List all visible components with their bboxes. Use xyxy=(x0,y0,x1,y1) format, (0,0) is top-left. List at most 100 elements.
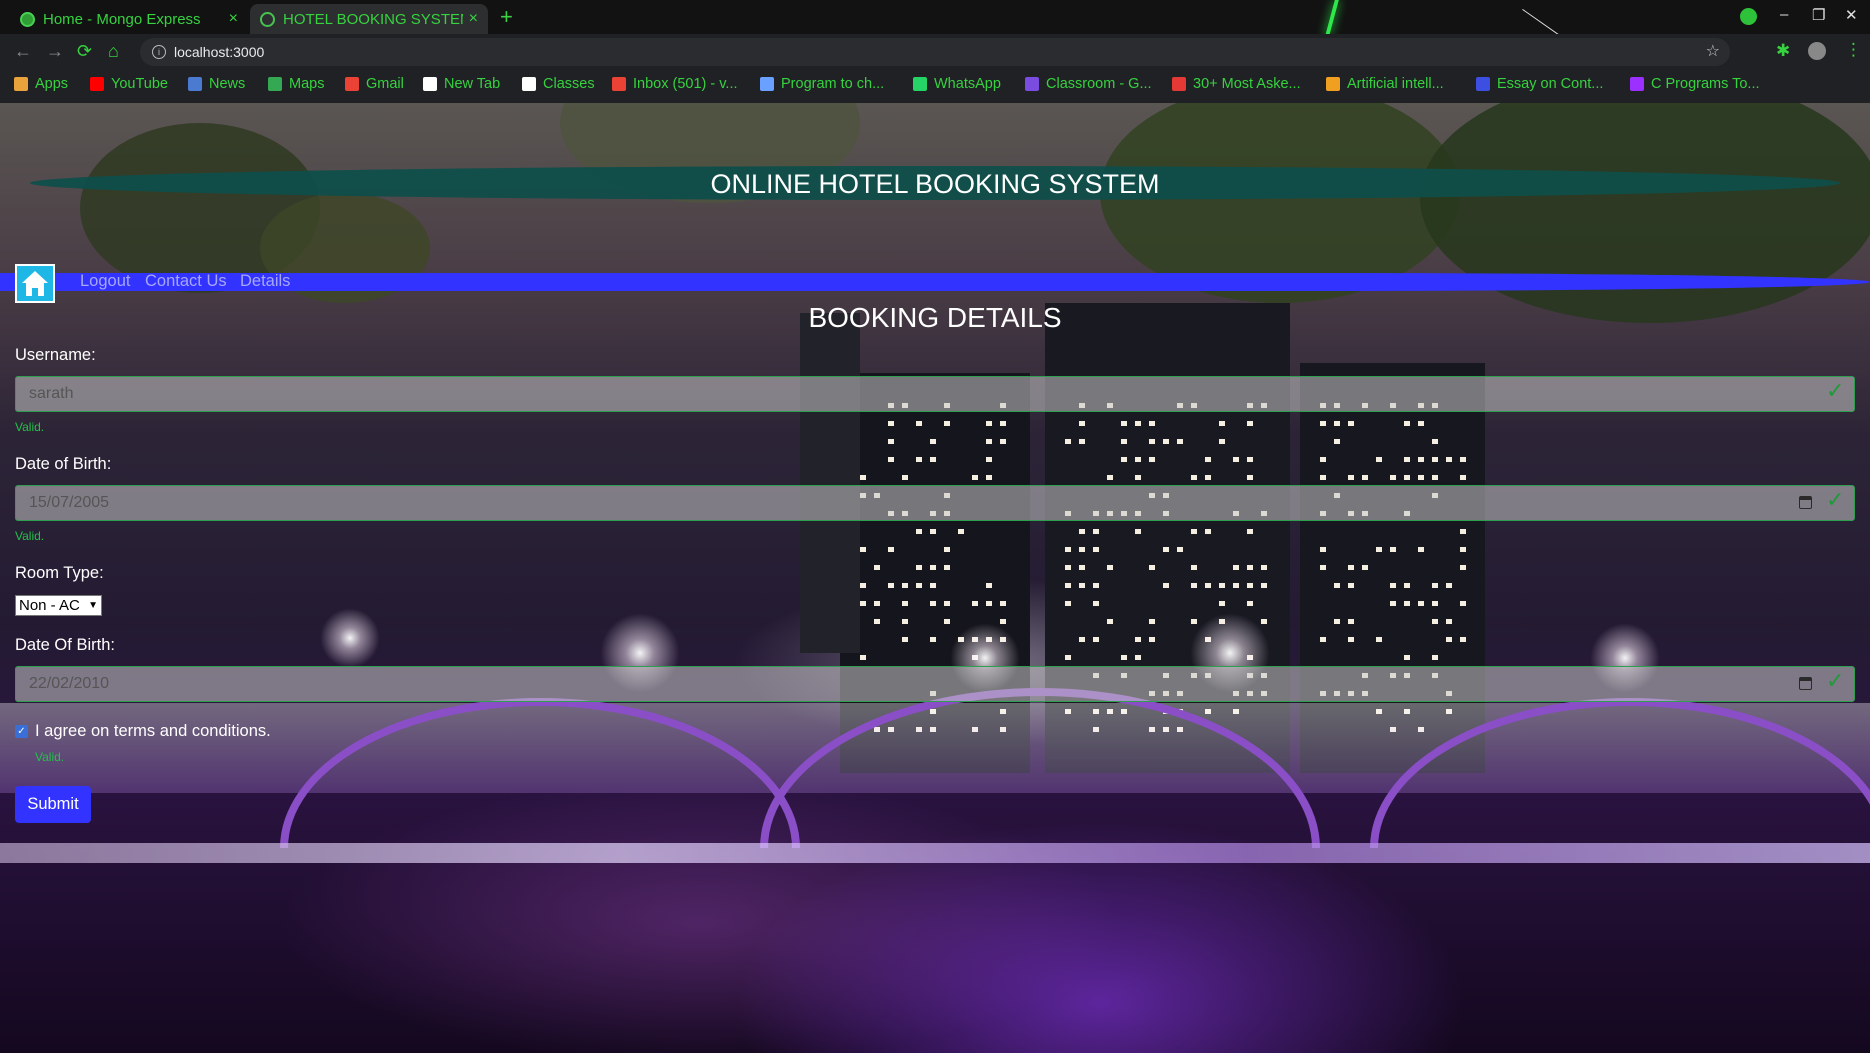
site-e-icon xyxy=(1326,77,1340,91)
lit-window xyxy=(1247,421,1253,426)
bookmark-star-icon[interactable]: ☆ xyxy=(1706,38,1720,66)
minimize-button[interactable]: – xyxy=(1780,6,1788,23)
lit-window xyxy=(1418,601,1424,606)
bookmark-item[interactable]: 30+ Most Aske... xyxy=(1172,76,1301,92)
menu-dots-icon[interactable]: ⋮ xyxy=(1845,40,1862,60)
house-icon xyxy=(22,271,48,296)
nav-details-link[interactable]: Details xyxy=(240,272,290,291)
close-tab-icon[interactable]: × xyxy=(469,10,478,28)
new-tab-icon xyxy=(423,77,437,91)
calendar-icon[interactable] xyxy=(1799,677,1812,690)
bookmark-item[interactable]: WhatsApp xyxy=(913,76,1001,92)
whatsapp-icon xyxy=(913,77,927,91)
tab-mongo-express[interactable]: Home - Mongo Express × xyxy=(10,4,248,34)
lit-window xyxy=(1121,655,1127,660)
chevron-down-icon: ▼ xyxy=(88,600,98,611)
bookmark-label: WhatsApp xyxy=(934,76,1001,92)
bookmark-item[interactable]: Classes xyxy=(522,76,595,92)
lit-window xyxy=(930,529,936,534)
lit-window xyxy=(860,601,866,606)
lit-window xyxy=(1205,475,1211,480)
close-tab-icon[interactable]: × xyxy=(229,10,238,28)
bookmark-item[interactable]: C Programs To... xyxy=(1630,76,1760,92)
lit-window xyxy=(916,421,922,426)
submit-button[interactable]: Submit xyxy=(15,786,91,823)
lit-window xyxy=(1320,637,1326,642)
bookmark-item[interactable]: Essay on Cont... xyxy=(1476,76,1603,92)
back-arrow-icon[interactable]: ← xyxy=(14,41,32,62)
tab-title: HOTEL BOOKING SYSTEM xyxy=(283,10,463,28)
lit-window xyxy=(1404,655,1410,660)
new-tab-button[interactable]: + xyxy=(500,4,513,30)
username-input[interactable]: sarath xyxy=(15,376,1855,412)
lit-window xyxy=(1065,583,1071,588)
calendar-icon[interactable] xyxy=(1799,496,1812,509)
bookmark-item[interactable]: Gmail xyxy=(345,76,404,92)
lit-window xyxy=(1079,583,1085,588)
lit-window xyxy=(1432,601,1438,606)
lit-window xyxy=(1334,619,1340,624)
bookmark-label: Apps xyxy=(35,76,69,92)
terms-checkbox[interactable]: ✓ xyxy=(15,725,28,738)
lit-window xyxy=(1205,457,1211,462)
mongo-favicon-icon xyxy=(20,11,35,27)
lit-window xyxy=(888,421,894,426)
profile-status-icon[interactable] xyxy=(1740,8,1757,25)
lit-window xyxy=(916,457,922,462)
bookmark-item[interactable]: Apps xyxy=(14,76,68,92)
news-icon xyxy=(188,77,202,91)
bookmark-label: News xyxy=(209,76,246,92)
site-c-icon xyxy=(1476,77,1490,91)
lit-window xyxy=(1079,565,1085,570)
dob-input[interactable]: 15/07/2005 xyxy=(15,485,1855,521)
youtube-icon xyxy=(90,77,104,91)
tab-hotel-booking[interactable]: HOTEL BOOKING SYSTEM × xyxy=(250,4,488,34)
lit-window xyxy=(1093,547,1099,552)
lit-window xyxy=(888,547,894,552)
extensions-icon[interactable]: ✱ xyxy=(1776,41,1790,61)
lit-window xyxy=(1219,421,1225,426)
address-bar[interactable]: i localhost:3000 ☆ xyxy=(140,38,1730,66)
bookmark-item[interactable]: Classroom - G... xyxy=(1025,76,1152,92)
bookmark-item[interactable]: News xyxy=(188,76,245,92)
close-window-button[interactable]: ✕ xyxy=(1845,6,1858,24)
site-info-icon[interactable]: i xyxy=(152,45,166,59)
bookmark-item[interactable]: Artificial intell... xyxy=(1326,76,1444,92)
home-button[interactable] xyxy=(15,264,55,303)
lit-window xyxy=(1135,421,1141,426)
lit-window xyxy=(944,619,950,624)
maps-icon xyxy=(268,77,282,91)
lit-window xyxy=(902,475,908,480)
lit-window xyxy=(1093,583,1099,588)
home-icon[interactable]: ⌂ xyxy=(108,41,119,62)
bookmark-item[interactable]: YouTube xyxy=(90,76,168,92)
lit-window xyxy=(1362,475,1368,480)
bookmark-item[interactable]: Maps xyxy=(268,76,324,92)
bookmark-item[interactable]: New Tab xyxy=(423,76,500,92)
lit-window xyxy=(1135,475,1141,480)
date-of-birth-input[interactable]: 22/02/2010 xyxy=(15,666,1855,702)
lit-window xyxy=(1460,457,1466,462)
lit-window xyxy=(1163,547,1169,552)
lit-window xyxy=(986,601,992,606)
lit-window xyxy=(1107,475,1113,480)
room-type-select[interactable]: Non - AC ▼ xyxy=(15,595,102,616)
lit-window xyxy=(1334,421,1340,426)
bookmark-item[interactable]: Program to ch... xyxy=(760,76,884,92)
lit-window xyxy=(930,439,936,444)
maximize-button[interactable]: ❐ xyxy=(1812,6,1825,24)
username-label: Username: xyxy=(15,346,96,364)
lit-window xyxy=(1079,439,1085,444)
nav-logout-link[interactable]: Logout xyxy=(80,272,130,291)
lit-window xyxy=(916,565,922,570)
nav-contact-link[interactable]: Contact Us xyxy=(145,272,227,291)
lit-window xyxy=(1233,565,1239,570)
lit-window xyxy=(1432,457,1438,462)
reload-icon[interactable]: ⟳ xyxy=(77,41,92,62)
lit-window xyxy=(1219,439,1225,444)
lit-window xyxy=(1418,547,1424,552)
forward-arrow-icon[interactable]: → xyxy=(46,41,64,62)
profile-avatar[interactable] xyxy=(1808,42,1826,60)
bookmark-item[interactable]: Inbox (501) - v... xyxy=(612,76,738,92)
lit-window xyxy=(1000,601,1006,606)
